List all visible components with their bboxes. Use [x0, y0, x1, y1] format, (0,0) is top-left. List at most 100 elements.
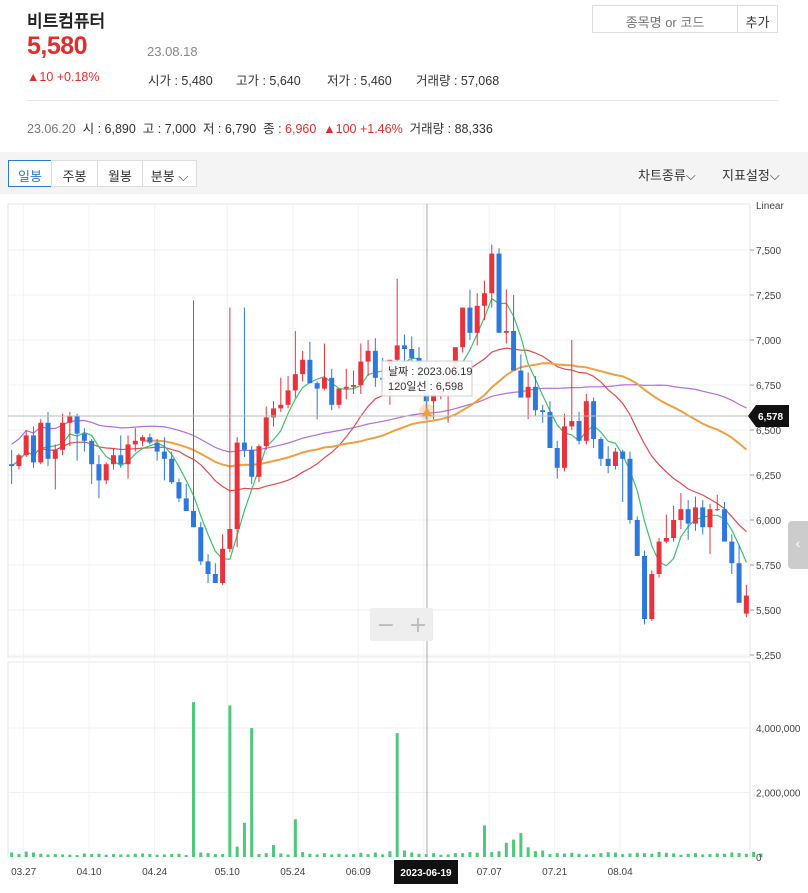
open-value: 5,480	[181, 74, 213, 88]
volume-bar	[672, 853, 676, 857]
candle-body	[96, 464, 102, 481]
candle-body	[307, 359, 313, 384]
volume-bar	[679, 854, 683, 857]
candle-body	[154, 442, 160, 452]
candles	[9, 244, 749, 625]
x-tick-label: 07.21	[542, 867, 567, 878]
open-label: 시가 :	[148, 74, 182, 88]
stock-chart[interactable]: 7,500 7,250 7,000 6,750 6,500 6,250 6,000 5,750…	[0, 194, 808, 893]
x-tick-label: 08.04	[608, 867, 633, 878]
zoom-in-button[interactable]: +	[409, 613, 427, 638]
candle-body	[576, 421, 582, 441]
candle-body	[678, 509, 684, 520]
candle-body	[336, 388, 342, 405]
volume-bar	[563, 853, 566, 857]
candle-body	[212, 574, 218, 583]
candle-body	[67, 415, 73, 423]
chart-type-dropdown[interactable]: 차트종류⌵	[638, 165, 696, 184]
candle-body	[147, 437, 153, 443]
candle-body	[372, 350, 378, 378]
search-input[interactable]	[592, 5, 738, 33]
prev-high: 7,000	[164, 122, 196, 136]
volume-bar	[177, 853, 181, 857]
tab-monthly[interactable]: 월봉	[97, 160, 143, 187]
prev-date: 23.06.20	[27, 122, 76, 136]
candle-body	[736, 563, 742, 603]
prev-low: 6,790	[224, 122, 257, 136]
volume-bar	[133, 853, 137, 857]
volume-bar	[344, 854, 348, 857]
candle-body	[401, 345, 407, 349]
candle-body	[467, 307, 473, 333]
volume-bar	[213, 854, 217, 857]
tab-weekly[interactable]: 주봉	[51, 160, 98, 187]
candle-body	[612, 451, 618, 466]
candle-body	[249, 449, 255, 477]
volume-bar	[650, 853, 654, 857]
candle-body	[583, 401, 589, 441]
volume-bar	[272, 845, 276, 857]
add-button[interactable]: 추가	[737, 5, 778, 33]
volume-bar	[242, 822, 246, 857]
volume-bar	[599, 853, 603, 857]
tooltip-ma120: 120일선 : 6,598	[388, 379, 463, 393]
volume-tick-label: 0	[756, 853, 762, 864]
x-tick-label: 03.27	[11, 867, 36, 878]
volume-bar	[315, 854, 319, 857]
volume-bar	[24, 851, 28, 857]
volume-bar	[730, 852, 734, 857]
volume-bar	[221, 854, 225, 857]
tab-daily[interactable]: 일봉	[8, 160, 52, 187]
volume-bar	[577, 853, 581, 857]
candle-body	[205, 561, 211, 574]
low-label: 저가 :	[327, 74, 361, 88]
prev-low-label: 저 :	[202, 122, 225, 136]
price-tick-label: 5,750	[756, 561, 781, 572]
volume-bar	[46, 854, 50, 857]
volume-bar	[61, 854, 65, 857]
prev-open: 6,890	[104, 122, 136, 136]
volume-bar	[606, 852, 610, 857]
candle-body	[9, 464, 15, 466]
candle-body	[634, 520, 640, 556]
crosshair-date-label: 2023-06-19	[400, 868, 452, 879]
volume-tick-label: 4,000,000	[756, 724, 801, 735]
candle-body	[365, 350, 371, 362]
volume-bar	[155, 854, 159, 857]
volume-bar	[737, 853, 741, 857]
candle-body	[518, 370, 524, 398]
candle-body	[30, 435, 36, 463]
volume-bar	[715, 853, 719, 857]
candle-body	[692, 507, 698, 524]
candle-body	[722, 509, 728, 542]
candle-body	[329, 377, 335, 405]
candle-body	[700, 507, 706, 528]
price-tick-label: 6,500	[756, 426, 781, 437]
volume-bar	[330, 854, 334, 857]
volume-bar	[206, 853, 210, 857]
tab-minute[interactable]: 분봉 ⌵	[142, 160, 197, 187]
candle-body	[89, 440, 95, 465]
candle-body	[729, 541, 735, 564]
side-panel-handle[interactable]: ‹	[788, 521, 808, 569]
candle-body	[132, 440, 138, 445]
high-value: 5,640	[269, 74, 301, 88]
volume-bar	[170, 854, 174, 857]
candle-body	[685, 509, 691, 524]
volume-bar	[82, 853, 86, 857]
volume-bar	[148, 854, 152, 857]
volume-bar	[395, 733, 399, 857]
volume-bar	[475, 852, 479, 857]
zoom-out-button[interactable]: −	[377, 613, 395, 638]
divider	[27, 100, 778, 101]
stock-name: 비트컴퓨터	[27, 12, 106, 31]
candle-body	[241, 442, 247, 450]
volume-bar	[613, 852, 617, 857]
volume-bar	[504, 842, 508, 857]
prev-close-label: 종 :	[263, 122, 286, 136]
indicator-settings-dropdown[interactable]: 지표설정⌵	[722, 165, 780, 184]
price-tick-label: 7,250	[756, 291, 781, 302]
volume-label: 거래량 :	[416, 74, 461, 88]
candle-body	[321, 377, 327, 389]
volume-bar	[402, 850, 406, 857]
